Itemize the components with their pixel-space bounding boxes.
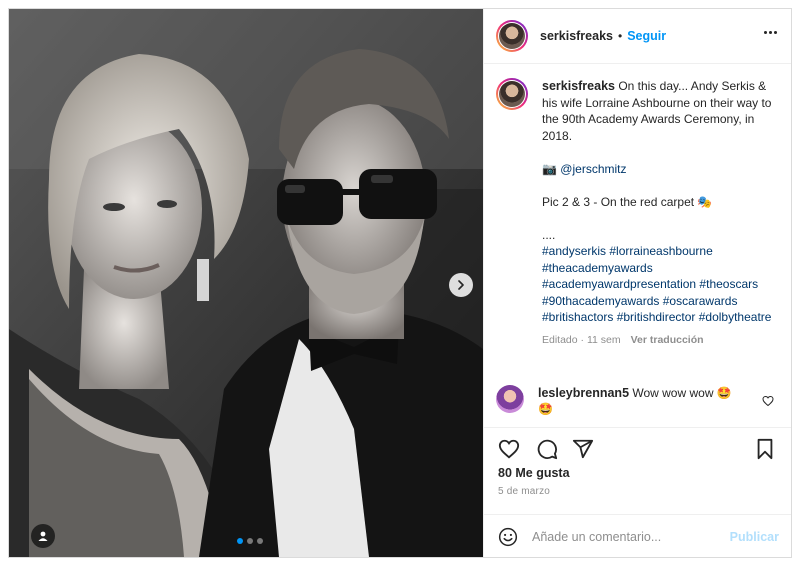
caption-username[interactable]: serkisfreaks (542, 79, 615, 93)
like-count[interactable]: 80 Me gusta (498, 466, 570, 480)
follow-button[interactable]: Seguir (627, 29, 666, 43)
carousel-dot (247, 538, 253, 544)
instagram-post: serkisfreaks • Seguir serkisfreaks On th… (8, 8, 792, 558)
post-media[interactable] (9, 9, 483, 557)
post-header: serkisfreaks • Seguir (484, 9, 791, 64)
see-translation-link[interactable]: Ver traducción (631, 332, 704, 349)
comment-text: lesleybrennan5 Wow wow wow 🤩 🤩 (538, 385, 748, 417)
add-comment-bar: Publicar (484, 514, 791, 558)
author-avatar[interactable] (496, 20, 528, 52)
emoji-icon (498, 527, 518, 546)
post-photo (9, 9, 483, 557)
comment-icon[interactable] (536, 438, 558, 460)
photographer-mention[interactable]: @jerschmitz (560, 162, 626, 176)
edited-time: Editado · 11 sem (542, 333, 621, 346)
carousel-dot-active (237, 538, 243, 544)
post-sidebar: serkisfreaks • Seguir serkisfreaks On th… (483, 9, 791, 557)
avatar-image (499, 81, 525, 107)
tagged-users-button[interactable] (31, 524, 55, 548)
caption-hashtags[interactable]: #andyserkis #lorraineashbourne #theacade… (542, 243, 782, 326)
camera-icon: 📷 (542, 161, 557, 176)
carousel-dot (257, 538, 263, 544)
more-options-icon[interactable] (764, 31, 777, 34)
caption-text: serkisfreaks On this day... Andy Serkis … (542, 78, 782, 348)
chevron-right-icon (458, 280, 464, 290)
heart-icon[interactable] (762, 395, 774, 407)
emoji-picker-button[interactable] (498, 527, 518, 547)
carousel-indicator (237, 538, 263, 544)
caption-pics-line: Pic 2 & 3 - On the red carpet 🎭 (542, 194, 713, 209)
comment-item: lesleybrennan5 Wow wow wow 🤩 🤩 (496, 385, 780, 417)
commenter-avatar[interactable] (496, 385, 524, 413)
next-image-button[interactable] (449, 273, 473, 297)
header-separator: • (617, 29, 623, 43)
comment-input[interactable] (530, 528, 724, 545)
author-username[interactable]: serkisfreaks (540, 29, 613, 43)
share-icon[interactable] (572, 438, 594, 460)
avatar-image (499, 23, 525, 49)
caption-ellipsis: .... (542, 227, 556, 242)
heart-icon[interactable] (498, 438, 520, 460)
publish-button[interactable]: Publicar (730, 530, 779, 544)
post-date: 5 de marzo (498, 486, 551, 497)
user-tag-icon (38, 531, 48, 541)
bookmark-icon[interactable] (755, 438, 775, 460)
caption: serkisfreaks On this day... Andy Serkis … (496, 78, 782, 348)
caption-avatar[interactable] (496, 78, 528, 110)
caption-meta: Editado · 11 sem Ver traducción (542, 332, 782, 349)
caption-area: serkisfreaks On this day... Andy Serkis … (484, 64, 791, 424)
commenter-username[interactable]: lesleybrennan5 (538, 386, 629, 400)
